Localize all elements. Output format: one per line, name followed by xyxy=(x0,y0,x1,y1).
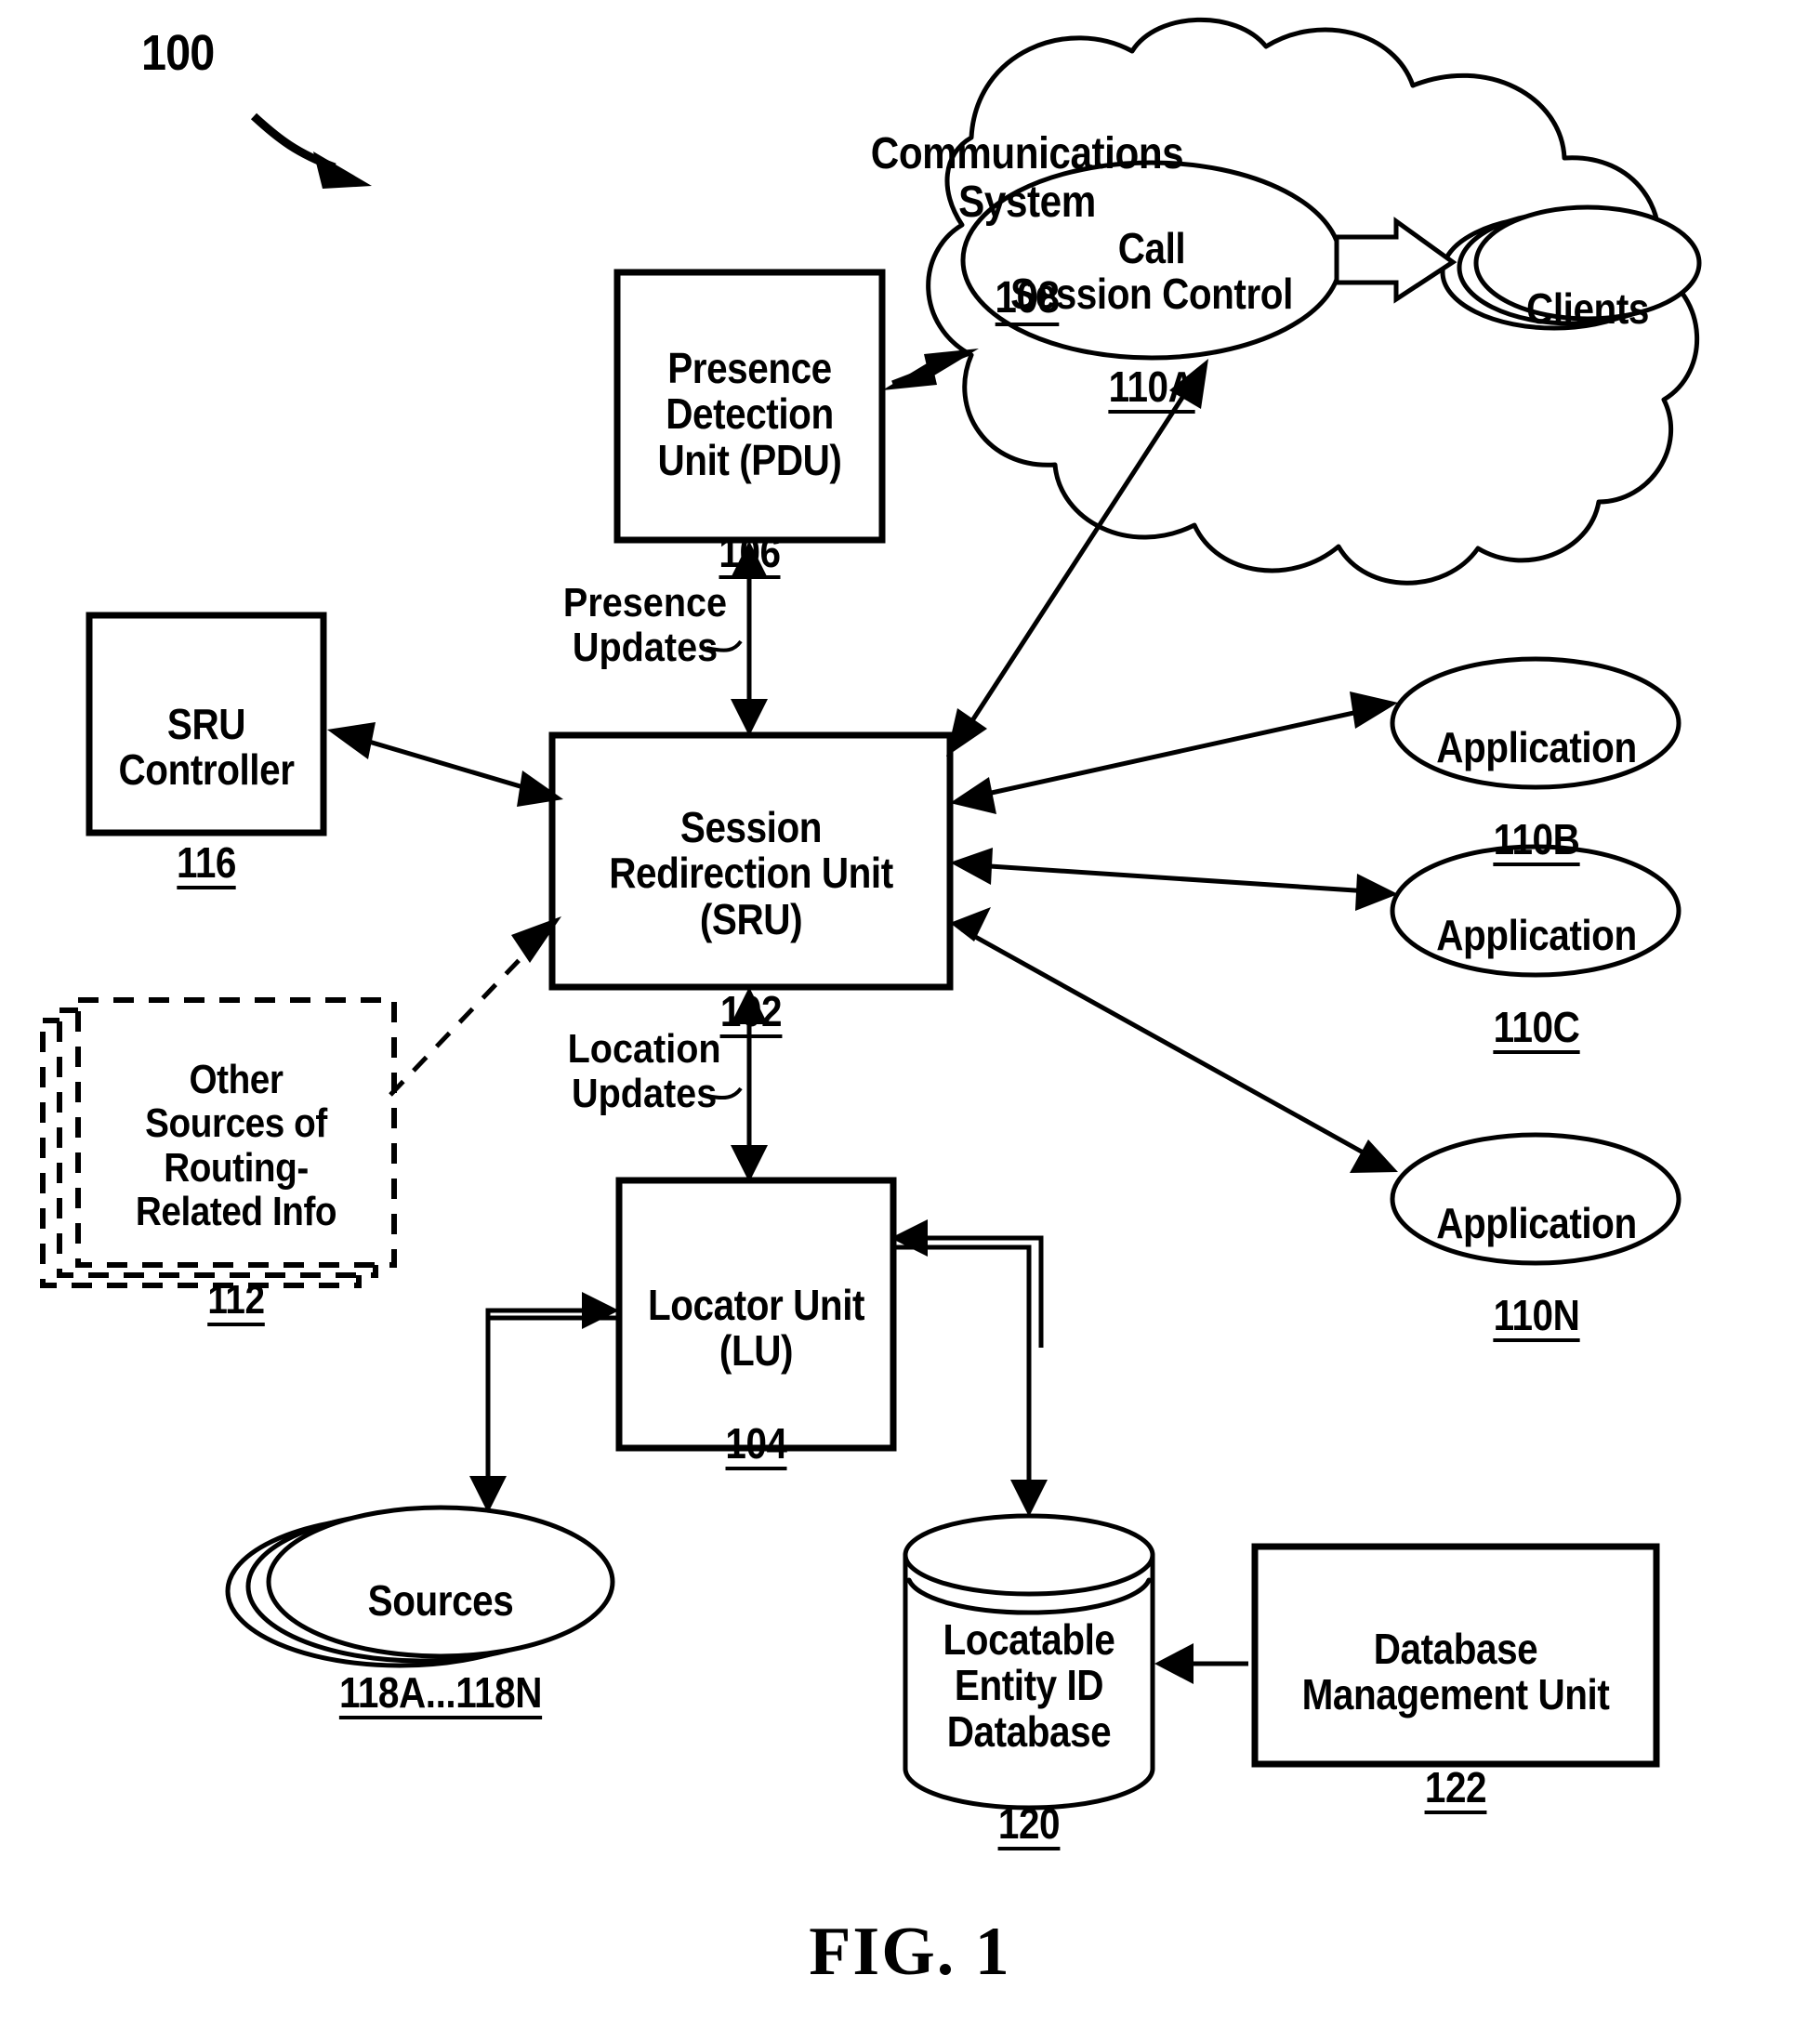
edge-dbmu-database xyxy=(1154,1643,1248,1684)
edge-sru-controller xyxy=(327,722,563,807)
edge-locator-unit-sources xyxy=(469,1315,619,1513)
application-110b-label: Application 110B xyxy=(1421,678,1652,866)
sru-controller-label: SRU Controller 116 xyxy=(95,655,317,889)
figure-caption: FIG. 1 xyxy=(809,1914,1011,1990)
other-sources-label: Other Sources of Routing- Related Info 1… xyxy=(90,1013,381,1326)
session-redirection-unit-label: Session Redirection Unit (SRU) 102 xyxy=(568,758,934,1039)
patent-figure: 100 Communications System 108 Call Sessi… xyxy=(0,0,1820,2028)
presence-updates-label: Presence Updates xyxy=(562,580,728,671)
edge-sru-application-110c xyxy=(950,848,1398,911)
edge-database-locator-unit xyxy=(890,1219,1044,1348)
application-110c-label: Application 110C xyxy=(1421,866,1652,1054)
figure-reference-number: 100 xyxy=(141,25,215,81)
database-management-unit-label: Database Management Unit 122 xyxy=(1271,1580,1641,1814)
presence-detection-unit-label: Presence Detection Unit (PDU) 106 xyxy=(625,299,874,580)
location-updates-label: Location Updates xyxy=(567,1026,721,1117)
ref-100-leader xyxy=(250,112,372,189)
edge-sources-locator-unit xyxy=(485,1292,619,1509)
edge-sru-application-110n xyxy=(950,907,1398,1173)
call-session-control-label: Call Session Control 110A xyxy=(976,179,1327,414)
sources-label: Sources 118A...118N xyxy=(318,1532,563,1719)
clients-label: Clients xyxy=(1526,283,1649,333)
edge-sru-application-110b xyxy=(950,691,1398,814)
edge-other-sources-sru xyxy=(389,916,561,1097)
edge-locator-unit-database xyxy=(893,1244,1048,1517)
locator-unit-label: Locator Unit (LU) 104 xyxy=(627,1236,885,1470)
locatable-entity-db-label: Locatable Entity ID Database 120 xyxy=(910,1571,1147,1851)
application-110n-label: Application 110N xyxy=(1421,1154,1652,1342)
